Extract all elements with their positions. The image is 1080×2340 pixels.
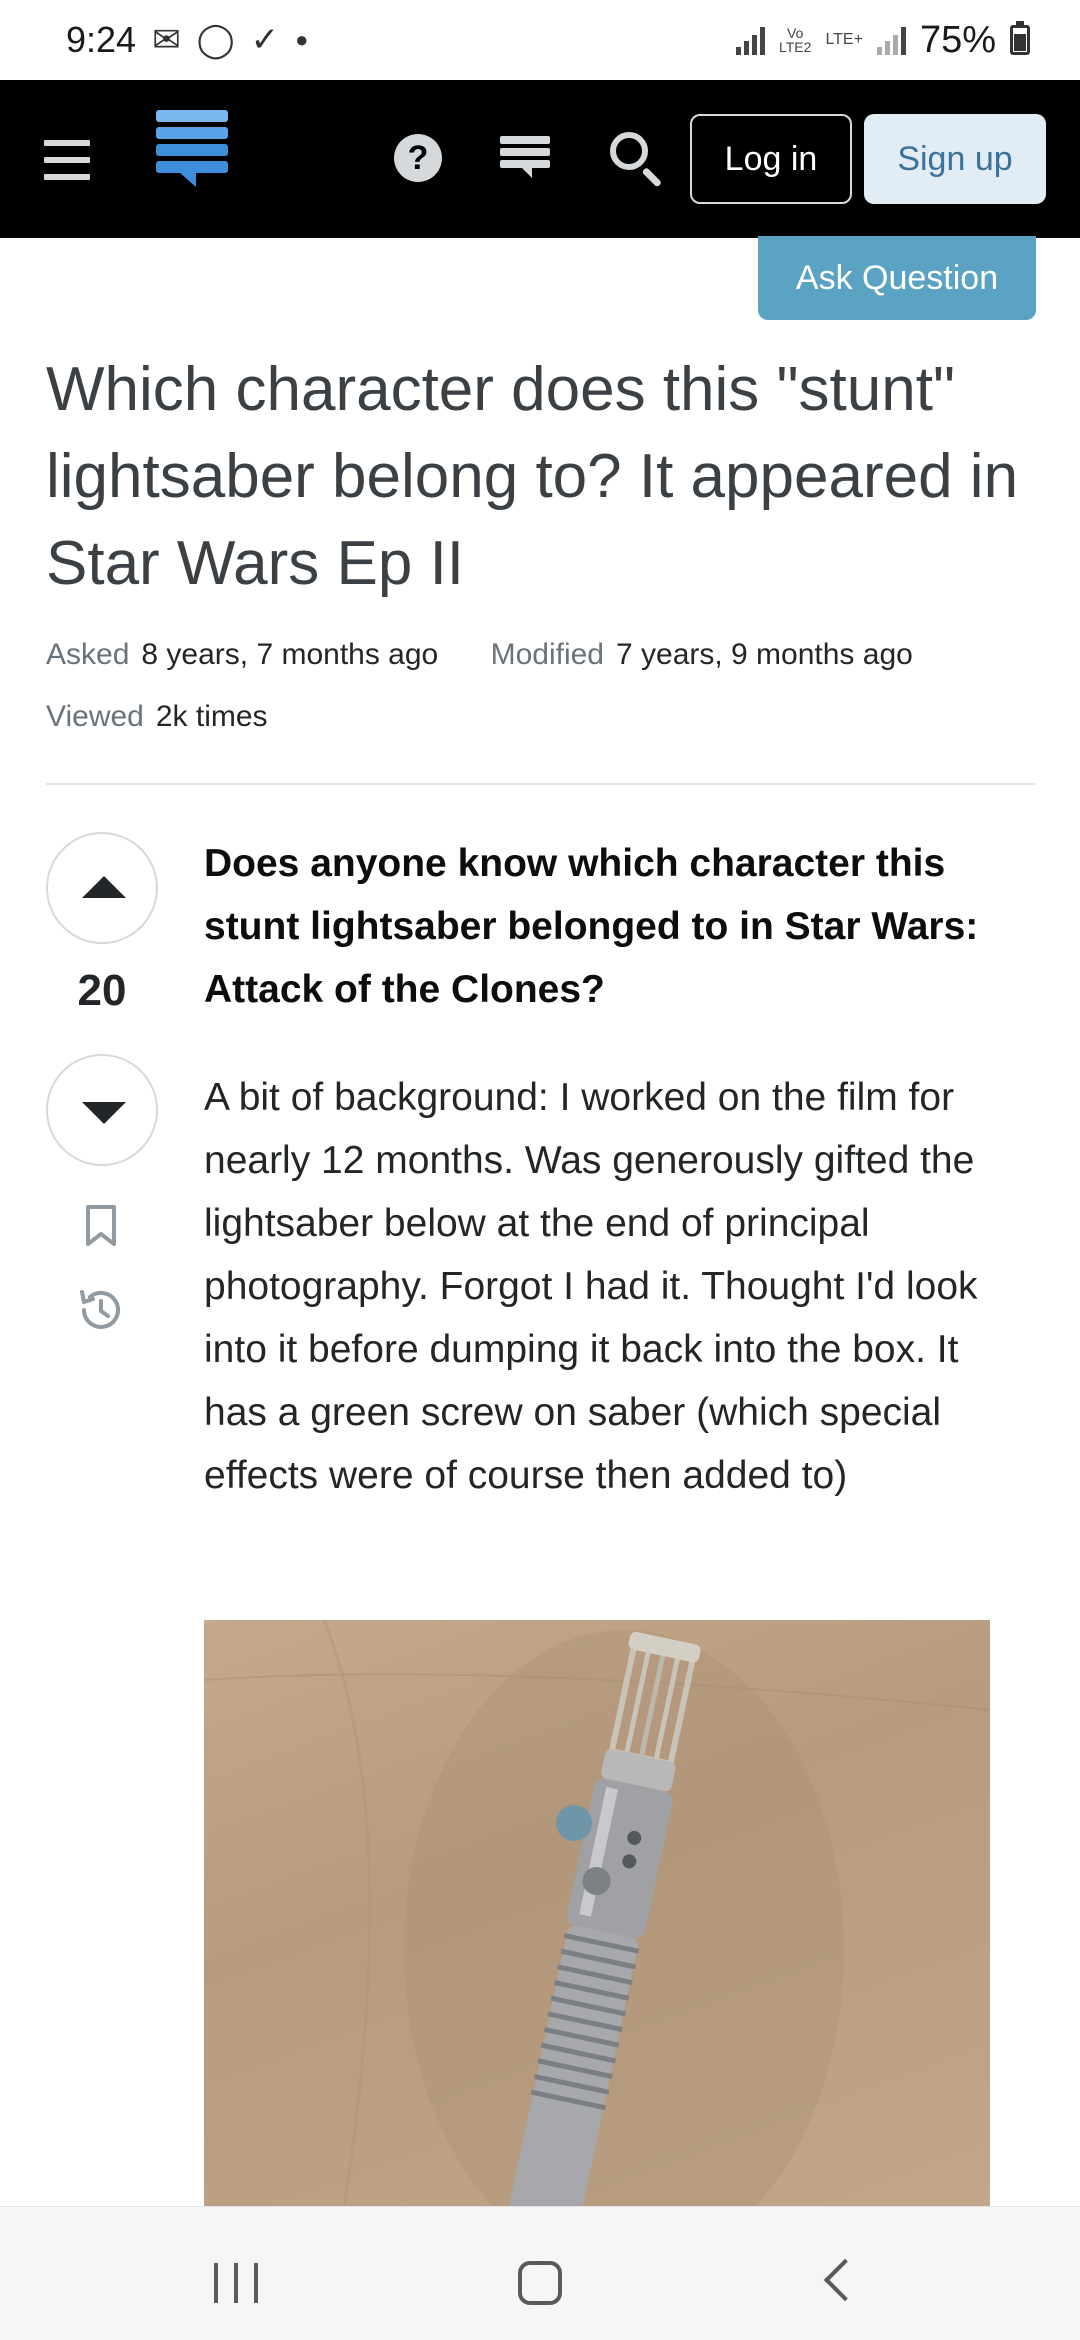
bookmark-icon[interactable] — [84, 1204, 118, 1248]
home-icon[interactable] — [518, 2261, 562, 2305]
history-icon[interactable] — [72, 1282, 128, 1338]
question-meta-dates: Asked 8 years, 7 months ago Modified 7 yea… — [46, 638, 913, 672]
back-icon[interactable] — [823, 2258, 867, 2302]
divider — [46, 783, 1036, 785]
inbox-icon[interactable] — [500, 136, 550, 182]
status-right: Vo LTE2 LTE+ 75% — [736, 19, 1030, 62]
status-left: 9:24 ✉ ◯ ✓ ● — [66, 19, 308, 61]
upvote-button[interactable] — [46, 832, 158, 944]
viewed-label: Viewed — [46, 700, 144, 733]
recent-apps-icon[interactable] — [214, 2263, 258, 2303]
asked-value: 8 years, 7 months ago — [141, 638, 439, 671]
help-icon[interactable]: ? — [394, 134, 442, 182]
dot-icon: ● — [295, 27, 309, 52]
question-body: Does anyone know which character this st… — [204, 832, 1004, 1507]
whatsapp-icon: ◯ — [196, 21, 235, 59]
task-check-icon: ✓ — [250, 21, 280, 59]
search-icon[interactable] — [608, 130, 664, 188]
status-bar: 9:24 ✉ ◯ ✓ ● Vo LTE2 LTE+ 75% — [0, 0, 1080, 80]
modified-label: Modified — [490, 638, 604, 671]
question-lead: Does anyone know which character this st… — [204, 842, 979, 1011]
asked-label: Asked — [46, 638, 130, 671]
system-nav-bar — [0, 2206, 1080, 2340]
lightsaber-illustration — [204, 1620, 990, 2208]
signup-button[interactable]: Sign up — [864, 114, 1046, 204]
question-title[interactable]: Which character does this "stunt" lights… — [46, 346, 1046, 607]
battery-icon — [1010, 21, 1030, 55]
lightsaber-photo[interactable] — [204, 1620, 990, 2208]
volte-badge: Vo LTE2 — [779, 25, 812, 55]
question-meta-views: Viewed 2k times — [46, 700, 268, 734]
vote-count: 20 — [77, 966, 127, 1015]
modified-value[interactable]: 7 years, 9 months ago — [616, 638, 913, 671]
battery-percent: 75% — [919, 18, 996, 61]
lte-badge: LTE+ — [825, 31, 863, 48]
login-button[interactable]: Log in — [690, 114, 852, 204]
ask-question-button[interactable]: Ask Question — [758, 236, 1036, 320]
gmail-icon: ✉ — [152, 21, 181, 59]
clock: 9:24 — [66, 19, 137, 60]
signal-icon-2 — [876, 25, 906, 55]
stack-exchange-logo-icon[interactable] — [156, 110, 228, 194]
downvote-button[interactable] — [46, 1054, 158, 1166]
signal-icon — [736, 25, 765, 55]
site-header: ? Log in Sign up — [0, 80, 1080, 238]
viewed-value: 2k times — [155, 700, 268, 733]
hamburger-menu-icon[interactable] — [44, 140, 90, 180]
question-text: A bit of background: I worked on the fil… — [204, 1076, 978, 1497]
